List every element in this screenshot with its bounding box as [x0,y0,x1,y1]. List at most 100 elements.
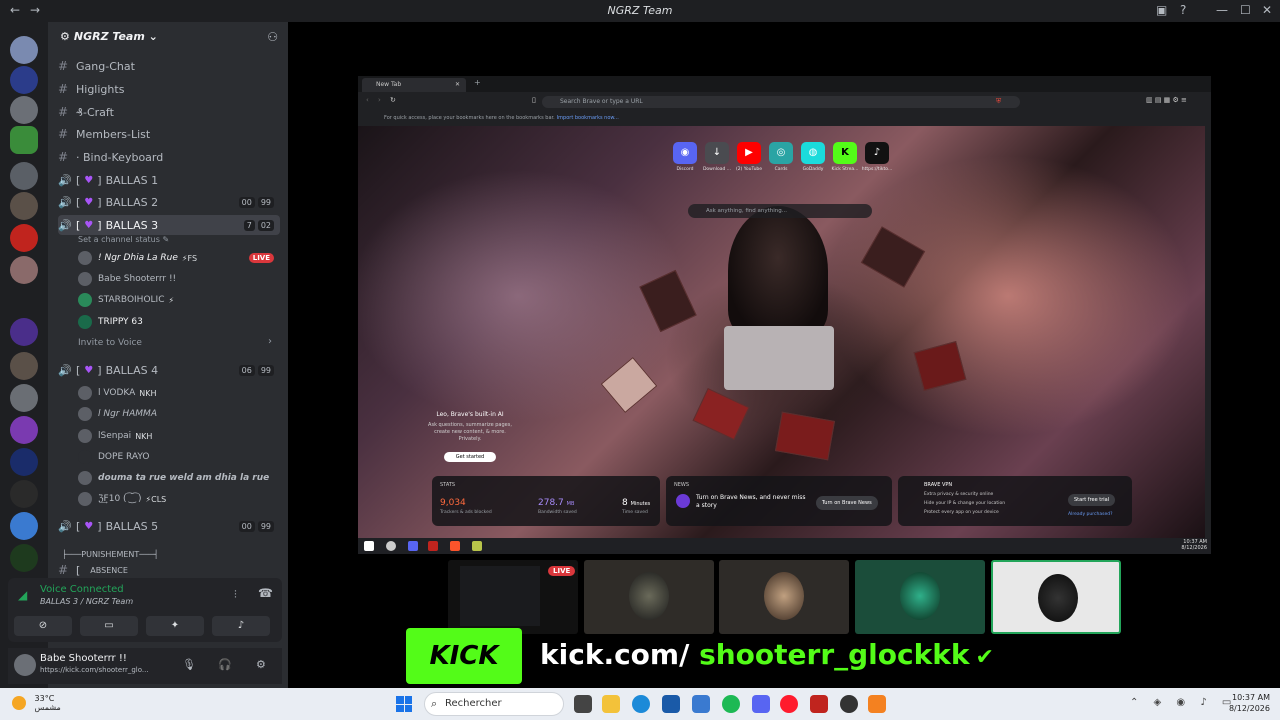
search-icon[interactable] [386,541,396,551]
shortcut-tiktok[interactable]: ♪ https://tikto... [862,142,892,172]
voice-member[interactable]: STARBOIHOLIC ⚡ [78,291,278,309]
bookmark-icon[interactable]: ▯ [532,96,536,104]
brave-icon[interactable] [450,541,460,551]
channel-craft[interactable]: # ₰-Craft [58,102,280,122]
soundboard-button[interactable]: ♪ [212,616,270,636]
maximize-button[interactable]: ☐ [1240,3,1251,17]
server-icon[interactable] [10,448,38,476]
brave-shields-icon[interactable]: ⛨ [996,97,1001,106]
system-tray[interactable]: ⌃ ◈ ◉ ♪ ▭ [1130,697,1237,708]
opera-icon[interactable] [780,695,798,713]
voice-member[interactable]: lSenpai NKH [78,427,278,445]
voice-channel-ballas-3[interactable]: 🔊[♥] BALLAS 3 7 02 [58,215,280,235]
server-icon[interactable] [10,384,38,412]
weather-widget[interactable]: 33°C مشمس [12,694,61,712]
voice-channel-ballas-5[interactable]: 🔊[♥] BALLAS 5 00 99 [58,516,280,536]
user-name[interactable]: Babe Shooterrr !! [40,653,127,664]
voice-channel-ballas-1[interactable]: 🔊[♥] BALLAS 1 [58,170,280,190]
turn-on-news-button[interactable]: Turn on Brave News [816,496,878,510]
shortcut-cards[interactable]: ◎ Cards [769,142,793,172]
help-icon[interactable]: ? [1180,3,1186,17]
store-icon[interactable] [662,695,680,713]
channel-status[interactable]: Set a channel status ✎ [78,235,169,244]
address-bar[interactable]: Search Brave or type a URL [542,96,1020,108]
voice-member[interactable]: l Ngr HAMMA [78,405,278,423]
server-icon[interactable] [10,256,38,284]
shortcut-godaddy[interactable]: ◍ GoDaddy [801,142,825,172]
server-icon[interactable] [10,66,38,94]
stream-tile[interactable] [855,560,985,634]
clock[interactable]: 10:37 AM 8/12/2026 [1229,692,1270,714]
channel-bind-keyboard[interactable]: # · Bind-Keyboard [58,147,280,167]
soundboard-icon[interactable]: ⫶ [234,588,237,602]
invite-to-voice[interactable]: Invite to Voice [78,338,142,348]
server-icon[interactable] [10,512,38,540]
server-icon[interactable] [10,416,38,444]
app-icon[interactable] [428,541,438,551]
server-icon[interactable] [10,224,38,252]
server-icon[interactable] [10,192,38,220]
server-icon[interactable] [10,544,38,572]
task-view-icon[interactable] [574,695,592,713]
voice-channel-ballas-4[interactable]: 🔊[♥] BALLAS 4 06 99 [58,360,280,380]
app-icon[interactable] [472,541,482,551]
outlook-icon[interactable] [692,695,710,713]
server-icon[interactable] [10,318,38,346]
server-icon[interactable] [10,352,38,380]
headphones-icon[interactable]: 🎧 [218,658,232,671]
voice-member[interactable]: Babe Shooterrr !! [78,270,278,288]
voice-connected-title[interactable]: Voice Connected [40,584,124,595]
add-member-icon[interactable]: ⚇ [267,30,278,44]
stream-tile[interactable] [584,560,714,634]
tab-new-tab[interactable]: New Tab ✕ [362,78,466,92]
close-tab-icon[interactable]: ✕ [455,78,460,92]
cloudflare-icon[interactable] [868,695,886,713]
extensions-icon[interactable]: ▥ ▤ ▦ ⚙ ≡ [1146,96,1187,104]
new-tab-icon[interactable]: + [474,78,481,87]
stream-tile-live[interactable]: LIVE [448,560,578,634]
disconnect-icon[interactable]: ☎ [258,586,273,600]
taskbar-search[interactable]: ⌕ Rechercher [424,692,564,716]
ask-input[interactable]: Ask anything, find anything... [688,204,872,218]
stream-tile-speaking[interactable] [991,560,1121,634]
voice-member[interactable]: l VODKA NKH [78,384,278,402]
app-icon[interactable] [840,695,858,713]
activities-button[interactable]: ✦ [146,616,204,636]
avatar[interactable] [14,654,36,676]
edge-icon[interactable] [632,695,650,713]
server-icon[interactable] [10,36,38,64]
server-header[interactable]: ⚙ NGRZ Team ⌄ [60,30,158,43]
voice-member[interactable]: TRIPPY 63 [78,313,278,331]
already-purchased-link[interactable]: Already purchased? [1068,512,1112,517]
forward-icon[interactable]: › [378,96,381,104]
channel-higlights[interactable]: # Higlights [58,79,280,99]
discord-icon[interactable] [408,541,418,551]
import-bookmarks-link[interactable]: Import bookmarks now... [557,115,619,121]
shortcut-kick[interactable]: K Kick Strea... [832,142,858,172]
reload-icon[interactable]: ↻ [390,96,396,104]
app-icon[interactable] [810,695,828,713]
spotify-icon[interactable] [722,695,740,713]
inbox-icon[interactable]: ▣ [1156,3,1167,17]
microphone-icon[interactable]: 🎙 [182,658,196,671]
server-icon[interactable] [10,480,38,508]
channel-absence[interactable]: #[ ABSENCE [58,564,280,576]
settings-gear-icon[interactable]: ⚙ [256,658,266,671]
voice-member[interactable]: ! Ngr Dhia La Rue ⚡FS LIVE [78,249,278,267]
voice-member[interactable]: douma ta rue weld am dhia la rue [78,469,278,487]
voice-connected-channel[interactable]: BALLAS 3 / NGRZ Team [40,597,133,606]
voice-member[interactable]: ℨ͢F10 ( ͡ ͜ ͡ ) ⚡CLS [78,490,278,508]
shortcut-discord[interactable]: ◉ Discord [673,142,697,172]
file-explorer-icon[interactable] [602,695,620,713]
channel-members-list[interactable]: # Members-List [58,124,280,144]
server-icon[interactable] [10,96,38,124]
start-icon[interactable] [364,541,374,551]
windows-start-icon[interactable] [396,696,412,712]
category-punishment[interactable]: ├───PUNISHEMENT───┤ [62,550,159,559]
camera-off-button[interactable]: ⊘ [14,616,72,636]
start-free-trial-button[interactable]: Start free trial [1068,494,1116,506]
shortcut-download[interactable]: ↓ Download ... [703,142,731,172]
voice-member[interactable]: DOPE RAYO [78,448,278,466]
stream-tile[interactable] [719,560,849,634]
leo-get-started-button[interactable]: Get started [443,452,497,462]
